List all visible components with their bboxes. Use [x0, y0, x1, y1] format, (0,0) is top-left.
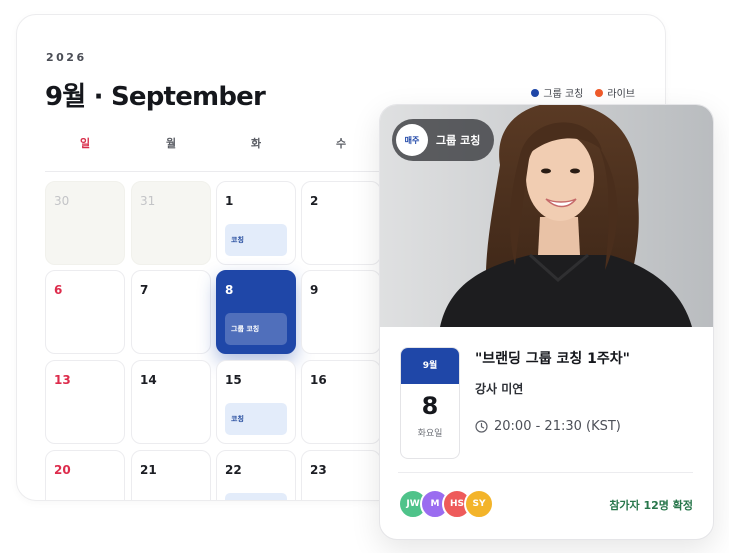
day-number: 13	[54, 373, 71, 387]
event-chip[interactable]	[225, 493, 287, 500]
event-day: 8	[421, 392, 439, 420]
day-number: 20	[54, 463, 71, 477]
day-number: 16	[310, 373, 327, 387]
recurring-badge: 매주 그룹 코칭	[392, 119, 495, 161]
day-cell-sep-22[interactable]: 22	[216, 450, 296, 500]
weekday-sun: 일	[79, 137, 91, 150]
day-number: 15	[225, 373, 242, 387]
weekday-mon: 월	[165, 137, 177, 150]
event-chip[interactable]: 코칭	[225, 403, 287, 435]
calendar-month-title: 9월 · September	[45, 82, 266, 112]
event-time: 20:00 - 21:30 (KST)	[475, 419, 621, 434]
day-cell-sep-2[interactable]: 2	[301, 181, 381, 265]
day-cell-sep-16[interactable]: 16	[301, 360, 381, 444]
day-number: 31	[140, 194, 156, 208]
day-cell-aug-30[interactable]: 30	[45, 181, 125, 265]
legend-label: 라이브	[607, 89, 635, 100]
day-number: 7	[140, 283, 149, 297]
day-cell-sep-9[interactable]: 9	[301, 270, 381, 354]
legend-item-live: 라이브	[595, 85, 635, 100]
event-host: 강사 미연	[475, 382, 524, 396]
day-number: 8	[225, 283, 234, 297]
legend-dot-orange	[595, 88, 604, 97]
day-cell-sep-15[interactable]: 15 코칭	[216, 360, 296, 444]
day-cell-aug-31[interactable]: 31	[131, 181, 211, 265]
event-time-text: 20:00 - 21:30 (KST)	[494, 419, 621, 434]
avatar: SY	[464, 489, 494, 519]
day-cell-sep-21[interactable]: 21	[131, 450, 211, 500]
card-divider	[398, 472, 693, 473]
badge-label: 그룹 코칭	[436, 134, 481, 147]
participant-count: 참가자 12명 확정	[609, 499, 693, 512]
legend-item-group-coaching: 그룹 코칭	[531, 85, 583, 100]
day-number: 21	[140, 463, 157, 477]
event-detail-card[interactable]: 매주 그룹 코칭 9월 8 화요일 "브랜딩 그룹 코칭 1주차" 강사 미연 …	[379, 104, 714, 540]
weekday-tue: 화	[250, 137, 262, 150]
event-title: "브랜딩 그룹 코칭 1주차"	[475, 351, 630, 367]
event-chip[interactable]: 코칭	[225, 224, 287, 256]
legend-dot-blue	[531, 88, 540, 97]
legend-label: 그룹 코칭	[543, 89, 584, 100]
day-number: 6	[54, 283, 63, 297]
event-chip[interactable]: 그룹 코칭	[225, 313, 287, 345]
event-weekday: 화요일	[417, 429, 443, 439]
day-number: 30	[54, 194, 70, 208]
day-number: 23	[310, 463, 327, 477]
clock-icon	[475, 420, 488, 433]
calendar-year: 2026	[46, 51, 87, 64]
day-number: 22	[225, 463, 242, 477]
weekday-wed: 수	[335, 137, 347, 150]
day-cell-sep-6[interactable]: 6	[45, 270, 125, 354]
day-cell-sep-8-selected[interactable]: 8 그룹 코칭	[216, 270, 296, 354]
host-photo: 매주 그룹 코칭	[380, 105, 713, 327]
day-cell-sep-13[interactable]: 13	[45, 360, 125, 444]
day-cell-sep-20[interactable]: 20	[45, 450, 125, 500]
day-cell-sep-23[interactable]: 23	[301, 450, 381, 500]
day-number: 2	[310, 194, 319, 208]
day-cell-sep-14[interactable]: 14	[131, 360, 211, 444]
day-number: 9	[310, 283, 319, 297]
calendar-legend: 그룹 코칭 라이브	[531, 85, 635, 100]
day-cell-sep-1[interactable]: 1 코칭	[216, 181, 296, 265]
day-number: 14	[140, 373, 157, 387]
day-number: 1	[225, 194, 234, 208]
event-month: 9월	[401, 348, 459, 384]
day-cell-sep-7[interactable]: 7	[131, 270, 211, 354]
event-date-box: 9월 8 화요일	[400, 347, 460, 459]
badge-weekly: 매주	[396, 124, 428, 156]
